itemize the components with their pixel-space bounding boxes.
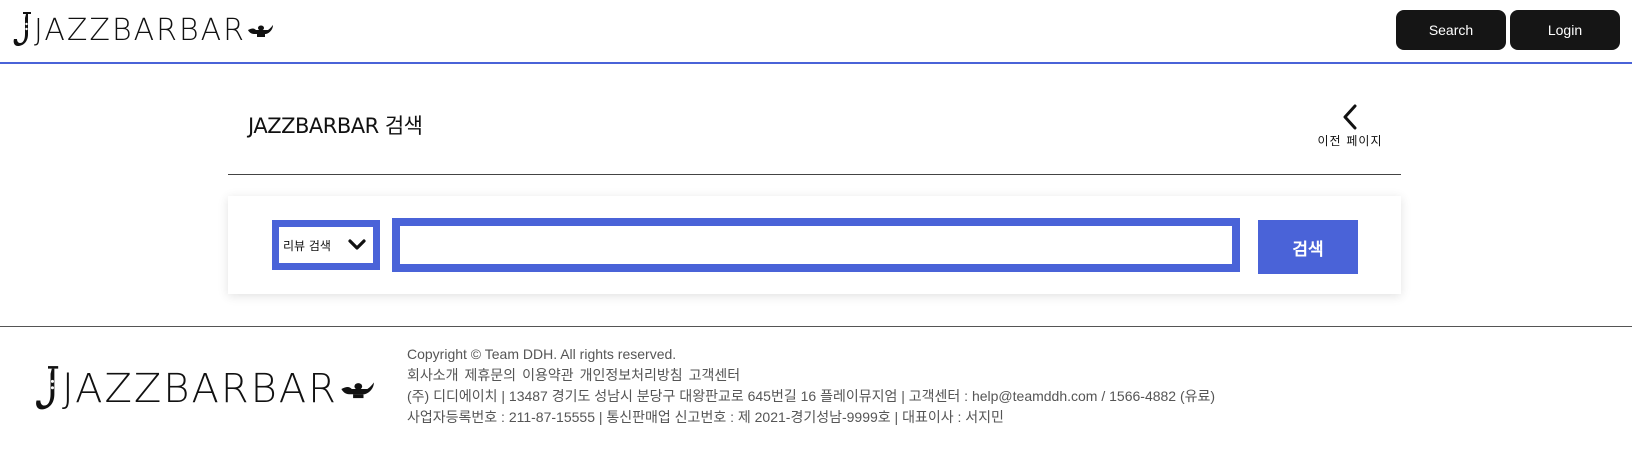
- search-submit-button[interactable]: 검색: [1258, 220, 1358, 274]
- search-input[interactable]: [392, 218, 1240, 272]
- footer-link-terms[interactable]: 이용약관: [522, 367, 574, 383]
- footer-logo-wordmark: JAZZBARBAR: [62, 366, 338, 412]
- top-navigation-bar: JAZZBARBAR Search Login: [0, 0, 1632, 64]
- back-label: 이전 페이지: [1317, 134, 1383, 148]
- chevron-down-icon: [348, 239, 366, 250]
- back-button[interactable]: 이전 페이지: [1310, 104, 1390, 149]
- footer-links: 회사소개 제휴문의 이용약관 개인정보처리방침 고객센터: [407, 365, 1215, 386]
- saxophone-icon: [13, 12, 31, 46]
- logo-wordmark: JAZZBARBAR: [34, 12, 246, 48]
- search-type-select[interactable]: 리뷰 검색: [272, 220, 380, 270]
- footer-link-privacy[interactable]: 개인정보처리방침: [580, 367, 683, 383]
- footer-info: Copyright © Team DDH. All rights reserve…: [407, 344, 1215, 428]
- header-search-button[interactable]: Search: [1396, 10, 1506, 50]
- site-logo[interactable]: JAZZBARBAR: [12, 10, 274, 50]
- search-panel: 리뷰 검색 검색: [228, 196, 1401, 294]
- title-divider: [228, 174, 1401, 175]
- footer-link-partnership[interactable]: 제휴문의: [465, 367, 517, 383]
- footer-logo[interactable]: JAZZBARBAR: [34, 364, 376, 414]
- registration-info: 사업자등록번호 : 211-87-15555 | 통신판매업 신고번호 : 제 …: [407, 409, 1004, 425]
- copyright-text: Copyright © Team DDH. All rights reserve…: [407, 346, 677, 362]
- page-title: JAZZBARBAR 검색: [248, 114, 423, 138]
- saxophone-icon: [36, 366, 59, 410]
- genie-lamp-icon: [341, 382, 374, 399]
- chevron-left-icon: [1343, 104, 1357, 130]
- footer-divider: [0, 326, 1632, 327]
- search-type-value: 리뷰 검색: [283, 238, 331, 253]
- footer-link-support[interactable]: 고객센터: [689, 367, 741, 383]
- login-button[interactable]: Login: [1510, 10, 1620, 50]
- genie-lamp-icon: [247, 25, 273, 37]
- company-info: (주) 디디에이치 | 13487 경기도 성남시 분당구 대왕판교로 645번…: [407, 388, 1216, 404]
- footer-link-about[interactable]: 회사소개: [407, 367, 459, 383]
